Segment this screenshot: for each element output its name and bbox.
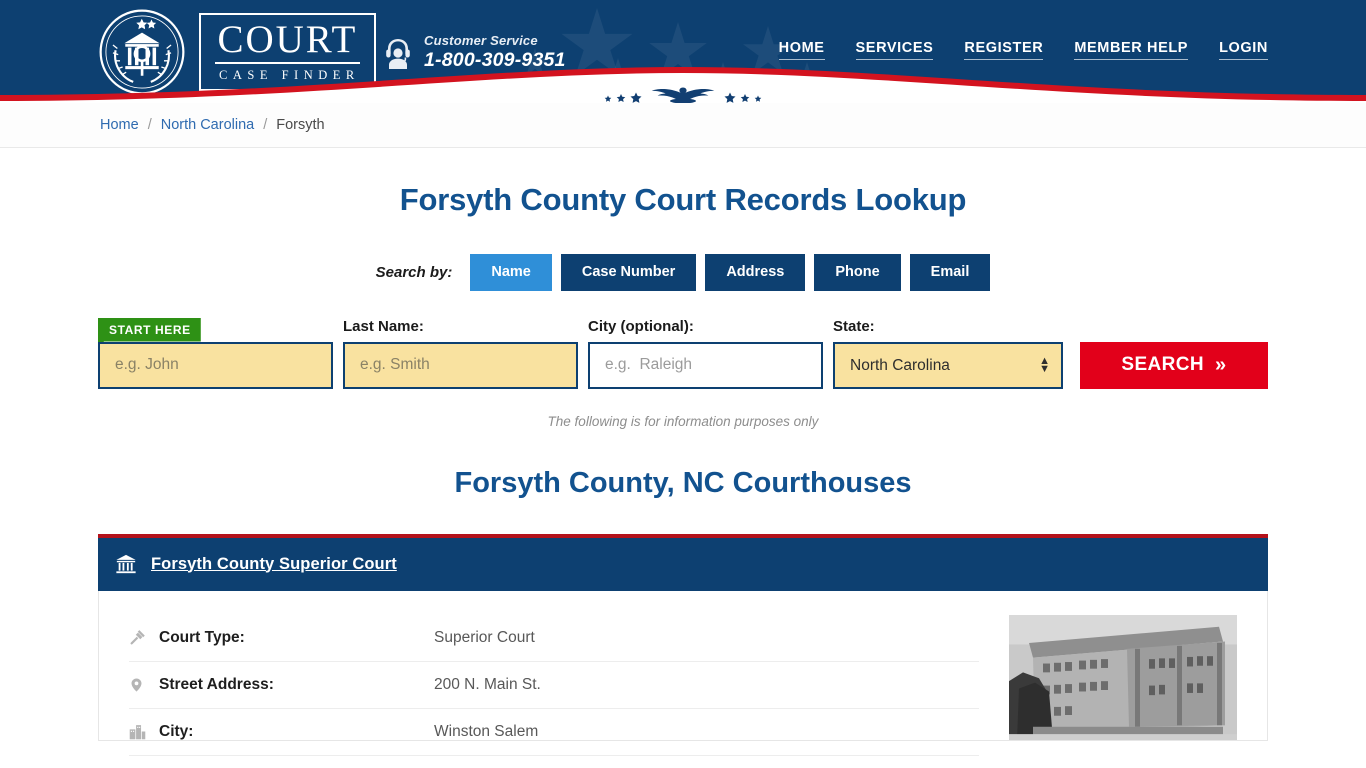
- breadcrumb-item-home[interactable]: Home: [100, 117, 139, 133]
- page-title: Forsyth County Court Records Lookup: [399, 182, 967, 217]
- nav-services[interactable]: SERVICES: [855, 40, 934, 60]
- court-name-link[interactable]: Forsyth County Superior Court: [151, 555, 397, 574]
- state-field-group: State: North Carolina ▲ ▼: [833, 318, 1063, 389]
- search-by-tabs: Search by: Name Case Number Address Phon…: [0, 254, 1366, 291]
- courthouse-photo: [1009, 614, 1237, 740]
- chevron-right-icon: »: [1215, 354, 1227, 376]
- city-field-group: City (optional):: [588, 318, 823, 389]
- city-icon: [129, 723, 159, 740]
- search-by-label: Search by:: [375, 263, 453, 281]
- city-input[interactable]: [588, 341, 823, 389]
- detail-row: City: Winston Salem: [129, 709, 979, 756]
- state-select[interactable]: North Carolina: [833, 341, 1063, 389]
- nav-home[interactable]: HOME: [778, 40, 825, 60]
- tab-address[interactable]: Address: [705, 254, 806, 291]
- breadcrumb-item-forsyth: Forsyth: [276, 117, 325, 133]
- state-label: State:: [833, 317, 875, 335]
- detail-value: Winston Salem: [434, 722, 539, 740]
- city-label: City (optional):: [588, 317, 694, 335]
- nav-register[interactable]: REGISTER: [964, 40, 1044, 60]
- nav-login[interactable]: LOGIN: [1219, 40, 1268, 60]
- detail-value: Superior Court: [434, 628, 535, 646]
- court-detail-list: Court Type: Superior Court Street Addres…: [129, 615, 979, 756]
- tab-phone[interactable]: Phone: [814, 254, 901, 291]
- court-card: Forsyth County Superior Court Court Type…: [98, 533, 1268, 756]
- detail-label: City:: [159, 722, 194, 740]
- search-form: START HERE First Name: Last Name: City (…: [0, 317, 1366, 389]
- map-pin-icon: [129, 676, 159, 694]
- detail-row: Street Address: 200 N. Main St.: [129, 662, 979, 709]
- page-content: Forsyth County Court Records Lookup Sear…: [0, 148, 1366, 756]
- search-form-row: First Name: Last Name: City (optional): …: [98, 318, 1268, 389]
- site-header: COURT CASE FINDER Customer Service 1-800…: [0, 0, 1366, 103]
- tab-case-number[interactable]: Case Number: [560, 254, 697, 291]
- court-card-header: Forsyth County Superior Court: [98, 537, 1268, 591]
- search-button[interactable]: SEARCH »: [1080, 341, 1268, 389]
- disclaimer-text: The following is for information purpose…: [547, 413, 819, 429]
- tab-email[interactable]: Email: [909, 254, 991, 291]
- detail-label: Street Address:: [159, 675, 274, 693]
- gavel-icon: [129, 629, 159, 646]
- nav-member-help[interactable]: MEMBER HELP: [1074, 40, 1189, 60]
- logo-primary-text: COURT: [215, 20, 360, 65]
- search-button-label: SEARCH: [1121, 354, 1205, 375]
- last-name-label: Last Name:: [343, 317, 424, 335]
- main-navigation: HOME SERVICES REGISTER MEMBER HELP LOGIN: [778, 40, 1268, 60]
- customer-service-label: Customer Service: [424, 33, 538, 48]
- first-name-input[interactable]: [98, 341, 333, 389]
- detail-row: Court Type: Superior Court: [129, 615, 979, 662]
- last-name-input[interactable]: [343, 341, 578, 389]
- section-title: Forsyth County, NC Courthouses: [454, 466, 912, 499]
- breadcrumb-separator: /: [263, 117, 268, 133]
- breadcrumb: Home / North Carolina / Forsyth: [0, 103, 1366, 148]
- last-name-field-group: Last Name:: [343, 318, 578, 389]
- bank-courthouse-icon: [116, 554, 136, 574]
- detail-label: Court Type:: [159, 628, 245, 646]
- detail-value: 200 N. Main St.: [434, 675, 541, 693]
- tab-name[interactable]: Name: [470, 254, 552, 291]
- eagle-emblem-icon: [604, 87, 762, 103]
- start-here-badge: START HERE: [98, 317, 201, 342]
- court-card-body: Court Type: Superior Court Street Addres…: [98, 590, 1268, 756]
- breadcrumb-item-north-carolina[interactable]: North Carolina: [161, 117, 255, 133]
- breadcrumb-separator: /: [147, 117, 152, 133]
